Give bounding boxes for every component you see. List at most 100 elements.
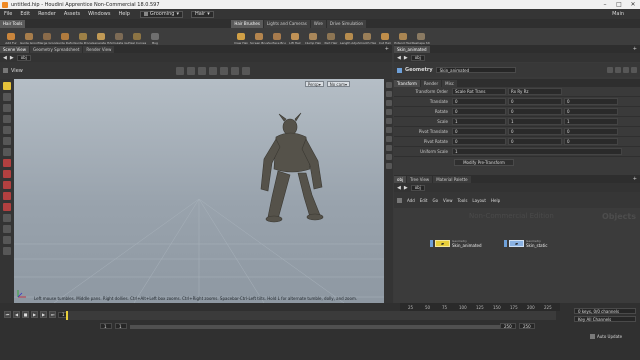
desktop-selector[interactable]: Grooming ▾ bbox=[139, 10, 183, 18]
display-camera-icon[interactable] bbox=[385, 145, 392, 151]
handle-tool-icon[interactable] bbox=[3, 126, 11, 134]
wrench-icon[interactable] bbox=[3, 247, 11, 255]
transform-order-select[interactable]: Scale Rot Trans bbox=[452, 88, 506, 95]
param-value-field[interactable]: 0 bbox=[564, 138, 618, 145]
snap-prim-icon[interactable] bbox=[3, 181, 11, 189]
shelf-tool-merge-groom[interactable]: Merge Groom bbox=[38, 29, 56, 45]
menu-help[interactable]: Help bbox=[114, 11, 133, 17]
network-path-field[interactable]: obj bbox=[410, 184, 425, 191]
param-value-field[interactable]: 0 bbox=[452, 128, 506, 135]
shelf-tool-reshape-strands[interactable]: Reshape Strands bbox=[412, 29, 430, 45]
playhead[interactable] bbox=[66, 311, 68, 320]
shelf-tool-guide-deform[interactable]: Guide Deform bbox=[56, 29, 74, 45]
close-button[interactable]: ✕ bbox=[626, 1, 640, 8]
link-icon[interactable] bbox=[3, 236, 11, 244]
add-tab-icon[interactable]: + bbox=[385, 46, 389, 52]
network-menu-layout[interactable]: Layout bbox=[472, 198, 486, 203]
wireframe-icon[interactable] bbox=[186, 66, 195, 75]
display-lights-icon[interactable] bbox=[385, 136, 392, 142]
grid-icon[interactable] bbox=[208, 66, 217, 75]
context-path-selector[interactable]: Hair ▾ bbox=[190, 10, 214, 18]
help-icon[interactable] bbox=[615, 67, 621, 73]
back-arrow-icon[interactable]: ◀ bbox=[397, 55, 401, 61]
param-value-field[interactable]: 1 bbox=[452, 118, 506, 125]
camera-menu[interactable]: No cam ▾ bbox=[326, 81, 350, 87]
timeline-track[interactable] bbox=[66, 311, 556, 320]
shelf-tab-hair-brushes[interactable]: Hair Brushes bbox=[231, 19, 263, 28]
network-menu-go[interactable]: Go bbox=[433, 198, 439, 203]
param-value-field[interactable]: 1 bbox=[508, 118, 562, 125]
display-bbox-icon[interactable] bbox=[385, 118, 392, 124]
tab-geometry-spreadsheet[interactable]: Geometry Spreadsheet bbox=[29, 45, 83, 53]
forward-arrow-icon[interactable]: ▶ bbox=[404, 185, 408, 191]
shelf-tool-extend-hair[interactable]: Extend Hair bbox=[394, 29, 412, 45]
param-value-field[interactable]: 0 bbox=[452, 108, 506, 115]
range-start-field[interactable]: 1 bbox=[100, 323, 112, 329]
tab-transform[interactable]: Transform bbox=[394, 79, 420, 87]
network-editor[interactable]: Non-Commercial Edition Objects ▰ Geometr… bbox=[394, 208, 640, 303]
scene-path-field[interactable]: obj bbox=[16, 54, 31, 61]
shelf-tool-draw-hair[interactable]: Draw Hair bbox=[232, 29, 250, 45]
play-icon[interactable]: ▶ bbox=[31, 311, 38, 318]
menu-windows[interactable]: Windows bbox=[84, 11, 114, 17]
range-slider[interactable] bbox=[130, 325, 500, 329]
param-value-field[interactable]: 0 bbox=[452, 98, 506, 105]
param-value-field[interactable]: 0 bbox=[508, 138, 562, 145]
network-menu-help[interactable]: Help bbox=[491, 198, 500, 203]
param-value-field[interactable]: 0 bbox=[564, 108, 618, 115]
param-value-field[interactable]: 0 bbox=[508, 98, 562, 105]
display-visibility-icon[interactable] bbox=[385, 154, 392, 160]
minimize-button[interactable]: – bbox=[598, 1, 612, 8]
rotate-tool-icon[interactable] bbox=[3, 104, 11, 112]
tab-tree-view[interactable]: Tree View bbox=[407, 175, 433, 183]
tab-network-obj[interactable]: obj bbox=[394, 175, 407, 183]
shelf-tool-bug[interactable]: Bug bbox=[146, 29, 164, 45]
network-menu-icon[interactable] bbox=[397, 197, 402, 203]
key-all-channels-button[interactable]: Key All Channels bbox=[574, 316, 636, 322]
shelf-tool-screen-brush[interactable]: Screen Brush bbox=[250, 29, 268, 45]
range-start-field-2[interactable]: 1 bbox=[115, 323, 127, 329]
forward-arrow-icon[interactable]: ▶ bbox=[404, 55, 408, 61]
param-value-field[interactable]: 1 bbox=[564, 118, 618, 125]
back-arrow-icon[interactable]: ◀ bbox=[3, 55, 7, 61]
param-path-field[interactable]: obj bbox=[410, 54, 425, 61]
shelf-tool-length-adjust[interactable]: Length Adjust bbox=[340, 29, 358, 45]
param-value-field[interactable]: 1 bbox=[452, 148, 622, 155]
snap-tool-icon[interactable] bbox=[3, 159, 11, 167]
shelf-tool-surface-brush[interactable]: Surface Brush bbox=[268, 29, 286, 45]
timeline-ruler[interactable]: 25 50 75 100 125 150 175 200 225 bbox=[400, 303, 560, 311]
menu-edit[interactable]: Edit bbox=[16, 11, 34, 17]
tab-render-view[interactable]: Render View bbox=[83, 45, 115, 53]
jump-start-icon[interactable]: ⏮ bbox=[4, 311, 11, 318]
forward-arrow-icon[interactable]: ▶ bbox=[10, 55, 14, 61]
node-name-field[interactable]: Skin_animated bbox=[435, 67, 516, 73]
shelf-tool-clump-hair[interactable]: Clump Hair bbox=[304, 29, 322, 45]
shelf-tab-hair-tools[interactable]: Hair Tools bbox=[0, 19, 26, 28]
info-icon[interactable] bbox=[631, 67, 637, 73]
shelf-tool-guide-groom[interactable]: Guide Groom bbox=[20, 29, 38, 45]
param-value-field[interactable]: 0 bbox=[508, 108, 562, 115]
network-menu-tools[interactable]: Tools bbox=[458, 198, 468, 203]
creature-model[interactable] bbox=[260, 112, 324, 223]
shelf-tool-part-hair[interactable]: Part Hair bbox=[322, 29, 340, 45]
scale-tool-icon[interactable] bbox=[3, 115, 11, 123]
add-tab-icon[interactable]: + bbox=[633, 46, 637, 52]
range-end-field-2[interactable]: 250 bbox=[519, 323, 535, 329]
stop-icon[interactable]: ■ bbox=[22, 311, 29, 318]
network-menu-edit[interactable]: Edit bbox=[420, 198, 428, 203]
camera-icon[interactable] bbox=[241, 66, 250, 75]
display-flag-icon[interactable] bbox=[504, 240, 507, 247]
display-normals-icon[interactable] bbox=[385, 91, 392, 97]
display-guides-icon[interactable] bbox=[385, 109, 392, 115]
snapshot-icon[interactable] bbox=[230, 66, 239, 75]
shelf-tab-lights-cameras[interactable]: Lights and Cameras bbox=[263, 19, 310, 28]
display-prims-icon[interactable] bbox=[385, 100, 392, 106]
snap-grid-icon[interactable] bbox=[3, 170, 11, 178]
tab-misc[interactable]: Misc bbox=[442, 79, 458, 87]
shelf-tool-add-fur[interactable]: Add Fur bbox=[2, 29, 20, 45]
range-end-field[interactable]: 250 bbox=[500, 323, 516, 329]
shelf-tab-wire[interactable]: Wire bbox=[310, 19, 326, 28]
network-menu-view[interactable]: View bbox=[443, 198, 453, 203]
param-value-field[interactable]: 0 bbox=[564, 98, 618, 105]
param-value-field[interactable]: 0 bbox=[508, 128, 562, 135]
